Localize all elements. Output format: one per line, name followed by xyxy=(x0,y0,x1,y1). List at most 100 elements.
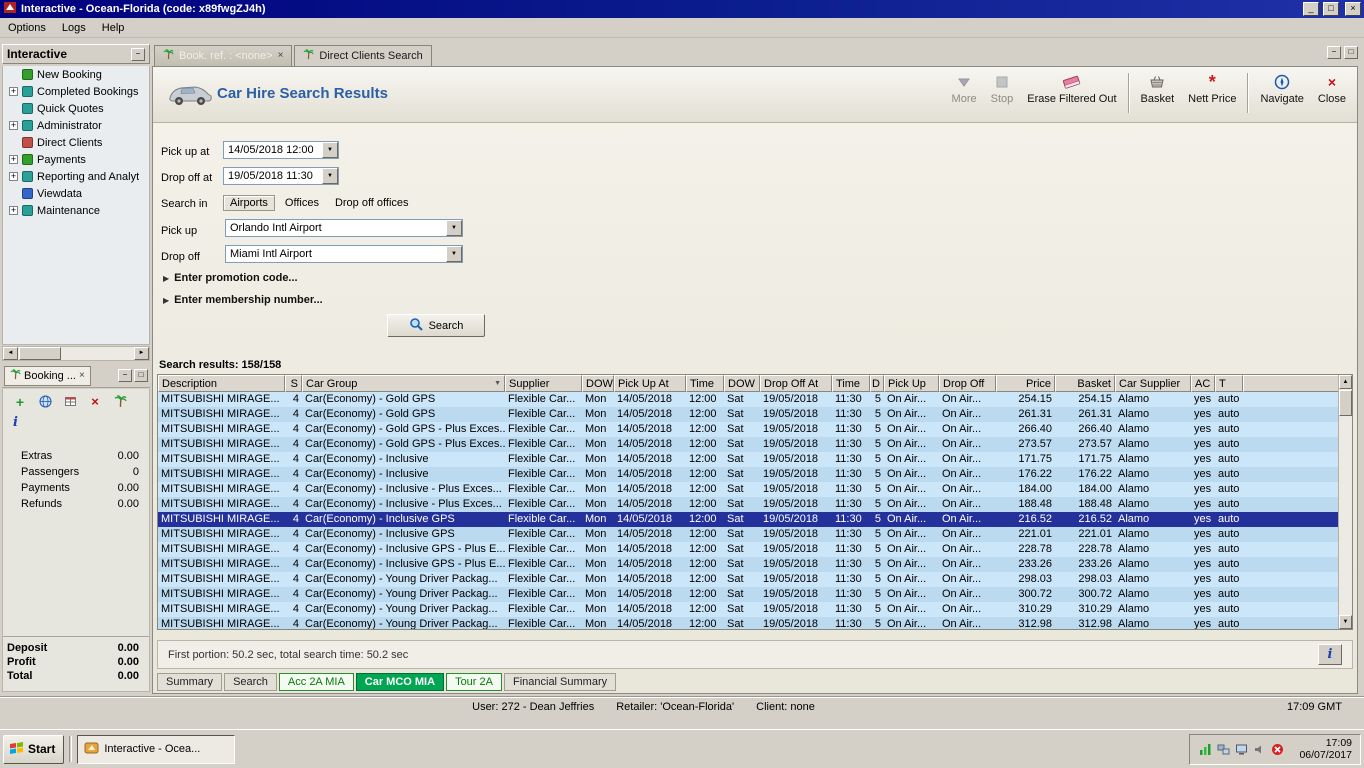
booking-panel-minimize-button[interactable]: − xyxy=(118,369,132,382)
navigate-button[interactable]: Navigate xyxy=(1253,70,1310,108)
column-header-pick-up-11[interactable]: Pick Up xyxy=(884,375,939,392)
scroll-left-button[interactable]: ◄ xyxy=(3,347,18,360)
display-icon[interactable] xyxy=(1234,742,1249,757)
bottom-tab-financial-summary[interactable]: Financial Summary xyxy=(504,673,616,691)
column-header-drop-off-12[interactable]: Drop Off xyxy=(939,375,996,392)
column-header-basket-14[interactable]: Basket xyxy=(1055,375,1115,392)
sidebar-item-completed-bookings[interactable]: +Completed Bookings xyxy=(3,83,149,100)
sidebar-item-administrator[interactable]: +Administrator xyxy=(3,117,149,134)
table-row[interactable]: MITSUBISHI MIRAGE...4Car(Economy) - Incl… xyxy=(158,467,1340,482)
close-button[interactable]: ×Close xyxy=(1311,70,1353,108)
column-header-car-supplier-15[interactable]: Car Supplier xyxy=(1115,375,1191,392)
table-row[interactable]: MITSUBISHI MIRAGE...4Car(Economy) - Incl… xyxy=(158,482,1340,497)
tab-book-ref-none[interactable]: Book. ref. : <none>× xyxy=(154,45,292,66)
bottom-tab-tour-2a[interactable]: Tour 2A xyxy=(446,673,502,691)
column-header-d-10[interactable]: D xyxy=(870,375,884,392)
erase-filtered-out-button[interactable]: Erase Filtered Out xyxy=(1020,70,1123,108)
menu-item-help[interactable]: Help xyxy=(94,19,133,37)
search-in-airports[interactable]: Airports xyxy=(223,195,275,211)
nett-price-button[interactable]: *Nett Price xyxy=(1181,70,1243,108)
bottom-tab-car-mco-mia[interactable]: Car MCO MIA xyxy=(356,673,444,691)
expand-icon[interactable]: + xyxy=(9,87,18,96)
search-button[interactable]: Search xyxy=(387,314,485,337)
start-button[interactable]: Start xyxy=(3,735,64,764)
table-row[interactable]: MITSUBISHI MIRAGE...4Car(Economy) - Gold… xyxy=(158,422,1340,437)
close-tab-icon[interactable]: × xyxy=(278,51,284,61)
close-booking-tab-icon[interactable]: × xyxy=(79,371,85,381)
tab-direct-clients-search[interactable]: Direct Clients Search xyxy=(294,45,431,66)
column-header-car-group-2[interactable]: Car Group▼ xyxy=(302,375,505,392)
sidebar-item-direct-clients[interactable]: Direct Clients xyxy=(3,134,149,151)
globe-icon[interactable] xyxy=(36,393,54,410)
mdi-minimize-button[interactable]: − xyxy=(1327,46,1341,59)
taskbar-task-interactive[interactable]: Interactive - Ocea... xyxy=(77,735,235,764)
basket-button[interactable]: Basket xyxy=(1134,70,1182,108)
offline-icon[interactable] xyxy=(1270,742,1285,757)
bottom-tab-summary[interactable]: Summary xyxy=(157,673,222,691)
mdi-restore-button[interactable]: □ xyxy=(1344,46,1358,59)
sidebar-item-viewdata[interactable]: Viewdata xyxy=(3,185,149,202)
column-header-dow-7[interactable]: DOW xyxy=(724,375,760,392)
info-icon[interactable]: i xyxy=(13,415,18,430)
bottom-tab-search[interactable]: Search xyxy=(224,673,277,691)
table-row[interactable]: MITSUBISHI MIRAGE...4Car(Economy) - Gold… xyxy=(158,407,1340,422)
table-row[interactable]: MITSUBISHI MIRAGE...4Car(Economy) - Incl… xyxy=(158,557,1340,572)
menu-item-logs[interactable]: Logs xyxy=(54,19,94,37)
search-in-offices[interactable]: Offices xyxy=(279,195,325,211)
dropdown-arrow-icon[interactable]: ▼ xyxy=(322,168,338,184)
pickup-location-select[interactable]: Orlando Intl Airport ▼ xyxy=(225,219,463,237)
booking-panel-tab[interactable]: Booking ... × xyxy=(4,366,91,386)
add-icon[interactable]: + xyxy=(11,393,29,410)
expand-icon[interactable]: + xyxy=(9,121,18,130)
dropoff-location-select[interactable]: Miami Intl Airport ▼ xyxy=(225,245,463,263)
table-row[interactable]: MITSUBISHI MIRAGE...4Car(Economy) - Gold… xyxy=(158,392,1340,407)
column-header-dow-4[interactable]: DOW xyxy=(582,375,614,392)
scroll-up-button[interactable]: ▲ xyxy=(1339,375,1352,389)
dropdown-arrow-icon[interactable]: ▼ xyxy=(322,142,338,158)
sidebar-item-quick-quotes[interactable]: Quick Quotes xyxy=(3,100,149,117)
table-row[interactable]: MITSUBISHI MIRAGE...4Car(Economy) - Youn… xyxy=(158,602,1340,617)
membership-number-expander[interactable]: ▶ Enter membership number... xyxy=(163,294,323,306)
table-row[interactable]: MITSUBISHI MIRAGE...4Car(Economy) - Incl… xyxy=(158,512,1340,527)
column-header-description-0[interactable]: Description xyxy=(158,375,285,392)
column-header-ac-16[interactable]: AC xyxy=(1191,375,1215,392)
dropdown-arrow-icon[interactable]: ▼ xyxy=(446,220,462,236)
scroll-right-button[interactable]: ► xyxy=(134,347,149,360)
delete-icon[interactable]: × xyxy=(86,393,104,410)
info-button[interactable]: i xyxy=(1318,644,1342,665)
column-header-s-1[interactable]: S xyxy=(285,375,302,392)
table-row[interactable]: MITSUBISHI MIRAGE...4Car(Economy) - Youn… xyxy=(158,572,1340,587)
bottom-tab-acc-2a-mia[interactable]: Acc 2A MIA xyxy=(279,673,354,691)
column-header-drop-off-at-8[interactable]: Drop Off At xyxy=(760,375,832,392)
sidebar-collapse-button[interactable]: − xyxy=(131,48,145,61)
column-header-t-17[interactable]: T xyxy=(1215,375,1243,392)
menu-item-options[interactable]: Options xyxy=(0,19,54,37)
close-button[interactable]: × xyxy=(1345,2,1361,16)
sidebar-horizontal-scrollbar[interactable]: ◄ ► xyxy=(2,346,150,361)
network-icon[interactable] xyxy=(1216,742,1231,757)
vouchers-icon[interactable] xyxy=(61,393,79,410)
volume-icon[interactable] xyxy=(1252,742,1267,757)
dropdown-arrow-icon[interactable]: ▼ xyxy=(446,246,462,262)
table-row[interactable]: MITSUBISHI MIRAGE...4Car(Economy) - Incl… xyxy=(158,527,1340,542)
minimize-button[interactable]: _ xyxy=(1303,2,1319,16)
sidebar-item-payments[interactable]: +Payments xyxy=(3,151,149,168)
expand-icon[interactable]: + xyxy=(9,172,18,181)
table-row[interactable]: MITSUBISHI MIRAGE...4Car(Economy) - Youn… xyxy=(158,587,1340,602)
expand-icon[interactable]: + xyxy=(9,206,18,215)
scroll-thumb[interactable] xyxy=(19,347,61,360)
sidebar-item-maintenance[interactable]: +Maintenance xyxy=(3,202,149,219)
table-row[interactable]: MITSUBISHI MIRAGE...4Car(Economy) - Incl… xyxy=(158,452,1340,467)
sidebar-item-new-booking[interactable]: New Booking xyxy=(3,66,149,83)
promotion-code-expander[interactable]: ▶ Enter promotion code... xyxy=(163,272,298,284)
search-in-drop-off-offices[interactable]: Drop off offices xyxy=(329,195,415,211)
scroll-down-button[interactable]: ▼ xyxy=(1339,615,1352,629)
table-row[interactable]: MITSUBISHI MIRAGE...4Car(Economy) - Gold… xyxy=(158,437,1340,452)
dropoff-at-select[interactable]: 19/05/2018 11:30 ▼ xyxy=(223,167,339,185)
palm-export-icon[interactable] xyxy=(111,393,129,410)
column-header-time-9[interactable]: Time xyxy=(832,375,870,392)
column-header-supplier-3[interactable]: Supplier xyxy=(505,375,582,392)
scroll-thumb[interactable] xyxy=(1339,390,1352,416)
column-header-price-13[interactable]: Price xyxy=(996,375,1055,392)
column-header-time-6[interactable]: Time xyxy=(686,375,724,392)
